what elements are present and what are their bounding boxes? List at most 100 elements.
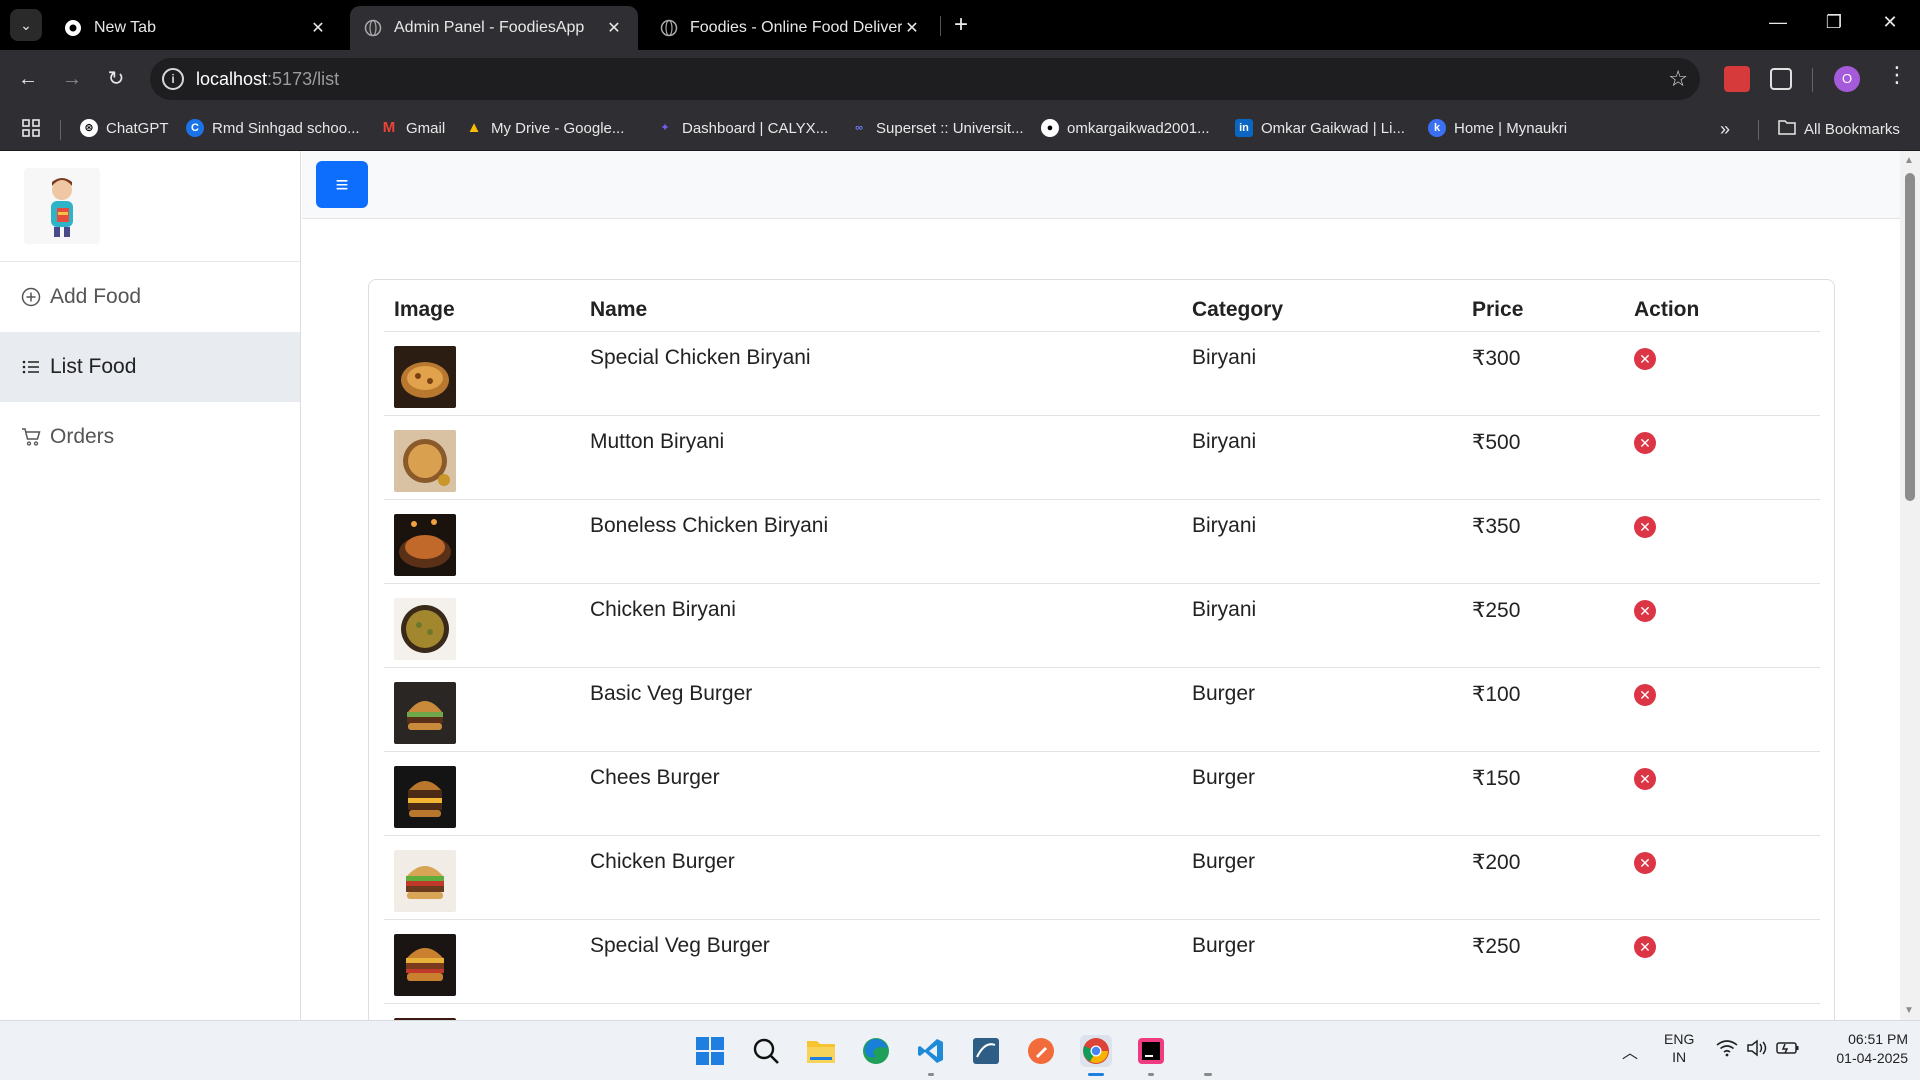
address-bar[interactable]: i localhost:5173/list ☆ — [150, 58, 1700, 100]
vscode-icon[interactable] — [915, 1035, 947, 1067]
sidebar-item-add-food[interactable]: Add Food — [0, 262, 300, 332]
delete-icon[interactable]: ✕ — [1634, 935, 1656, 958]
tab-search-button[interactable]: ⌄ — [10, 9, 42, 41]
tab-new-tab[interactable]: New Tab ✕ — [50, 6, 342, 50]
food-price: ₹300 — [1462, 1003, 1624, 1020]
food-list-card: Image Name Category Price Action Special… — [368, 279, 1835, 1020]
delete-icon[interactable]: ✕ — [1634, 851, 1656, 874]
column-header-price: Price — [1462, 280, 1624, 332]
food-list-table: Image Name Category Price Action Special… — [384, 280, 1820, 1020]
language-indicator[interactable]: ENG IN — [1664, 1031, 1694, 1065]
tab-title: Foodies - Online Food Delivery — [690, 19, 902, 36]
mysql-workbench-icon[interactable] — [970, 1035, 1002, 1067]
bookmarks-divider — [1758, 120, 1759, 140]
battery-icon[interactable] — [1776, 1039, 1800, 1060]
globe-icon — [364, 19, 382, 37]
sidebar-item-label: List Food — [50, 355, 137, 378]
delete-icon[interactable]: ✕ — [1634, 431, 1656, 454]
bookmark-label: omkargaikwad2001... — [1067, 119, 1210, 137]
file-explorer-icon[interactable] — [805, 1035, 837, 1067]
bookmark-linkedin[interactable]: in Omkar Gaikwad | Li... — [1235, 119, 1405, 137]
chrome-icon — [64, 19, 82, 37]
food-image-cell — [384, 499, 580, 584]
scroll-up-arrow-icon[interactable]: ▲ — [1904, 155, 1914, 166]
bookmark-dashboard-calyx[interactable]: ✦ Dashboard | CALYX... — [656, 119, 828, 137]
extensions-puzzle-icon[interactable] — [1770, 68, 1792, 90]
delete-icon[interactable]: ✕ — [1634, 515, 1656, 538]
apps-grid-icon[interactable] — [22, 119, 40, 137]
search-icon[interactable] — [750, 1035, 782, 1067]
menu-kebab-icon[interactable]: ⋮ — [1886, 62, 1908, 88]
show-hidden-icons-chevron-icon[interactable]: ︿ — [1622, 1039, 1638, 1063]
running-app-indicator — [1148, 1073, 1154, 1076]
food-price: ₹500 — [1462, 415, 1624, 500]
bookmarks-overflow-icon[interactable]: » — [1720, 119, 1730, 140]
url-path: :5173/list — [267, 68, 340, 89]
bookmarks-bar: ⊛ ChatGPT C Rmd Sinhgad schoo... M Gmail… — [0, 108, 1920, 151]
hamburger-menu-icon: ≡ — [335, 172, 349, 197]
sidebar-toggle-button[interactable]: ≡ — [316, 161, 368, 208]
new-tab-button[interactable]: + — [950, 12, 972, 38]
clock[interactable]: 06:51 PM 01-04-2025 — [1812, 1031, 1908, 1066]
intellij-icon[interactable] — [1135, 1035, 1167, 1067]
delete-icon[interactable]: ✕ — [1634, 599, 1656, 622]
wifi-icon[interactable] — [1716, 1039, 1738, 1060]
minimize-icon[interactable]: — — [1766, 12, 1790, 33]
bookmark-superset[interactable]: ∞ Superset :: Universit... — [850, 119, 1023, 137]
all-bookmarks[interactable]: All Bookmarks — [1778, 119, 1900, 139]
forward-arrow-icon[interactable]: → — [58, 65, 86, 93]
running-app-indicator — [928, 1073, 934, 1076]
delete-icon[interactable]: ✕ — [1634, 683, 1656, 706]
volume-icon[interactable] — [1746, 1039, 1768, 1060]
tab-foodies[interactable]: Foodies - Online Food Delivery ✕ — [646, 6, 936, 50]
close-icon[interactable]: ✕ — [604, 18, 624, 38]
bookmark-gmail[interactable]: M Gmail — [380, 119, 445, 137]
table-row: BBQ Chicken Pizza Pizza ₹300 ✕ — [384, 1003, 1820, 1020]
language-code: ENG — [1664, 1031, 1695, 1047]
table-row: Chees Burger Burger ₹150 ✕ — [384, 751, 1820, 836]
close-icon[interactable]: ✕ — [308, 18, 328, 38]
windows-start-icon[interactable] — [694, 1035, 726, 1067]
region-code: IN — [1672, 1049, 1687, 1065]
close-icon[interactable]: ✕ — [902, 18, 922, 38]
bookmark-github[interactable]: ● omkargaikwad2001... — [1041, 119, 1210, 137]
site-info-icon[interactable]: i — [162, 68, 184, 90]
all-bookmarks-label: All Bookmarks — [1804, 120, 1900, 138]
tab-admin-panel[interactable]: Admin Panel - FoodiesApp ✕ — [350, 6, 638, 50]
sidebar: Add Food List Food Orders — [0, 151, 301, 1020]
bookmark-my-drive[interactable]: ▲ My Drive - Google... — [465, 119, 625, 137]
food-image — [394, 849, 456, 912]
bookmark-chatgpt[interactable]: ⊛ ChatGPT — [80, 119, 169, 137]
back-arrow-icon[interactable]: ← — [14, 65, 42, 93]
bookmark-mynaukri[interactable]: k Home | Mynaukri — [1428, 119, 1567, 137]
sidebar-item-label: Orders — [50, 425, 115, 448]
sidebar-item-orders[interactable]: Orders — [0, 402, 300, 472]
page-scrollbar[interactable]: ▲ ▼ — [1900, 151, 1920, 1020]
food-image-cell — [384, 583, 580, 668]
chrome-taskbar-icon[interactable] — [1080, 1035, 1112, 1067]
edge-browser-icon[interactable] — [860, 1035, 892, 1067]
window-close-icon[interactable]: ✕ — [1878, 12, 1902, 33]
bookmark-rmd-sinhgad[interactable]: C Rmd Sinhgad schoo... — [186, 119, 360, 137]
tab-title: Admin Panel - FoodiesApp — [394, 19, 585, 36]
postman-icon[interactable] — [1025, 1035, 1057, 1067]
bookmark-star-icon[interactable]: ☆ — [1668, 66, 1688, 92]
action-cell: ✕ — [1624, 331, 1820, 416]
delete-icon[interactable]: ✕ — [1634, 347, 1656, 370]
delete-icon[interactable]: ✕ — [1634, 767, 1656, 790]
toolbar-divider — [1812, 68, 1813, 92]
scroll-down-arrow-icon[interactable]: ▼ — [1904, 1005, 1914, 1016]
profile-avatar[interactable]: O — [1834, 66, 1860, 92]
food-category: Burger — [1182, 751, 1462, 836]
reload-icon[interactable]: ↻ — [102, 65, 130, 93]
bookmark-label: ChatGPT — [106, 119, 169, 137]
restore-icon[interactable]: ❐ — [1822, 12, 1846, 33]
scrollbar-thumb[interactable] — [1905, 173, 1915, 501]
extension-icon[interactable] — [1724, 66, 1750, 92]
food-price: ₹350 — [1462, 499, 1624, 584]
food-name: Chees Burger — [580, 751, 1182, 836]
table-row: Chicken Burger Burger ₹200 ✕ — [384, 835, 1820, 920]
sidebar-item-list-food[interactable]: List Food — [0, 332, 300, 402]
food-category: Burger — [1182, 919, 1462, 1004]
browser-tabstrip: ⌄ New Tab ✕ Admin Panel - FoodiesApp ✕ F… — [0, 0, 1920, 50]
